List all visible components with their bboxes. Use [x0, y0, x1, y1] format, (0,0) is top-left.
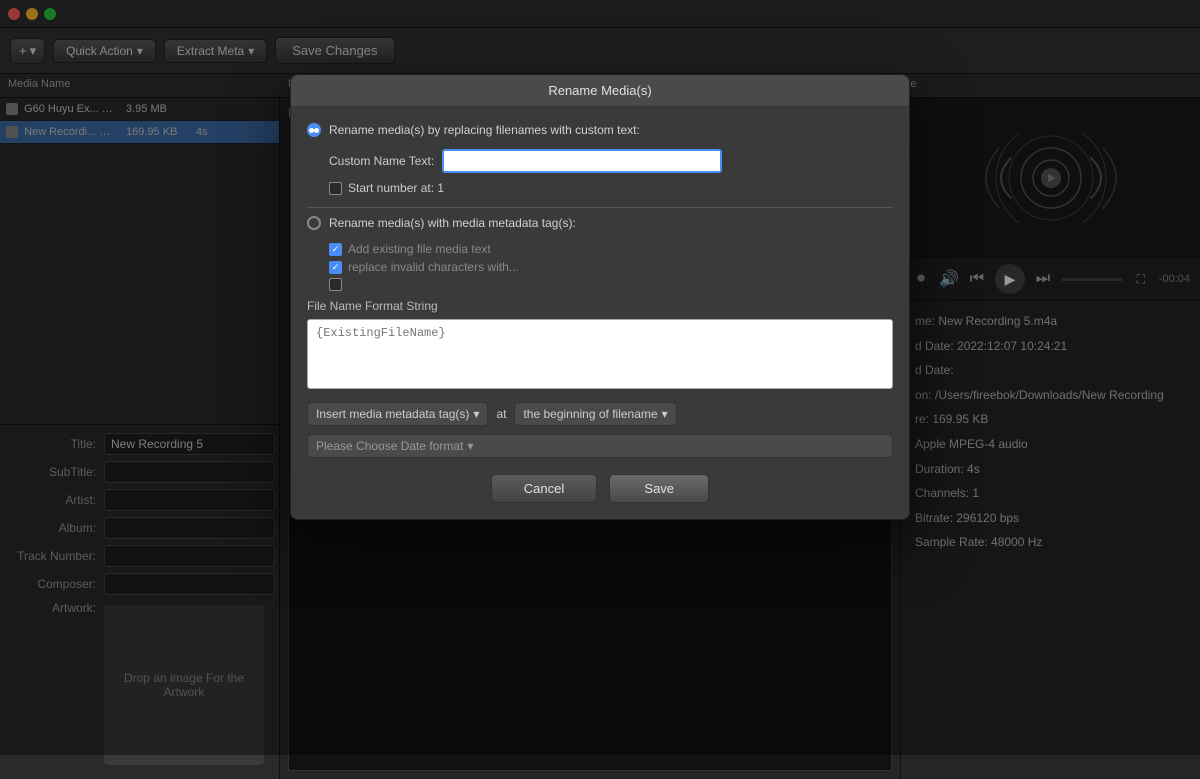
option2-label: Rename media(s) with media metadata tag(… [329, 216, 576, 230]
dialog-body: Rename media(s) by replacing filenames w… [291, 107, 909, 519]
filename-format-textarea[interactable] [307, 319, 893, 389]
position-dropdown[interactable]: the beginning of filename ▾ [514, 402, 676, 426]
metadata-options: ✓ Add existing file media text ✓ replace… [329, 242, 893, 291]
date-format-label: Please Choose Date format [316, 439, 463, 453]
date-format-chevron: ▾ [467, 439, 473, 453]
insert-row: Insert media metadata tag(s) ▾ at the be… [307, 402, 893, 426]
dialog-overlay: Rename Media(s) Rename media(s) by repla… [0, 0, 1200, 755]
check2-label: replace invalid characters with... [348, 260, 519, 274]
save-button[interactable]: Save [609, 474, 709, 503]
option1-label: Rename media(s) by replacing filenames w… [329, 123, 640, 137]
custom-name-label: Custom Name Text: [329, 154, 434, 168]
position-label: the beginning of filename [523, 407, 657, 421]
start-number-label: Start number at: 1 [348, 181, 444, 195]
check1-row: ✓ Add existing file media text [329, 242, 893, 256]
rename-dialog: Rename Media(s) Rename media(s) by repla… [290, 74, 910, 520]
option1-row[interactable]: Rename media(s) by replacing filenames w… [307, 123, 893, 137]
check1-checkbox[interactable]: ✓ [329, 243, 342, 256]
dialog-buttons: Cancel Save [307, 474, 893, 503]
check2-checkbox[interactable]: ✓ [329, 261, 342, 274]
insert-tag-dropdown[interactable]: Insert media metadata tag(s) ▾ [307, 402, 488, 426]
start-number-checkbox[interactable] [329, 182, 342, 195]
dialog-title: Rename Media(s) [291, 75, 909, 107]
option1-radio[interactable] [307, 123, 321, 137]
cancel-button[interactable]: Cancel [491, 474, 597, 503]
option2-row[interactable]: Rename media(s) with media metadata tag(… [307, 216, 893, 230]
insert-tag-chevron: ▾ [473, 407, 479, 421]
check2-row: ✓ replace invalid characters with... [329, 260, 893, 274]
insert-tag-label: Insert media metadata tag(s) [316, 407, 469, 421]
section-label: File Name Format String [307, 299, 893, 313]
custom-name-row: Custom Name Text: [329, 149, 893, 173]
position-chevron: ▾ [662, 407, 668, 421]
check3-row [329, 278, 893, 291]
custom-name-input[interactable] [442, 149, 722, 173]
at-label: at [496, 407, 506, 421]
check1-label: Add existing file media text [348, 242, 491, 256]
check3-checkbox[interactable] [329, 278, 342, 291]
start-number-row: Start number at: 1 [329, 181, 893, 195]
option2-radio[interactable] [307, 216, 321, 230]
date-format-dropdown[interactable]: Please Choose Date format ▾ [307, 434, 893, 458]
divider [307, 207, 893, 208]
